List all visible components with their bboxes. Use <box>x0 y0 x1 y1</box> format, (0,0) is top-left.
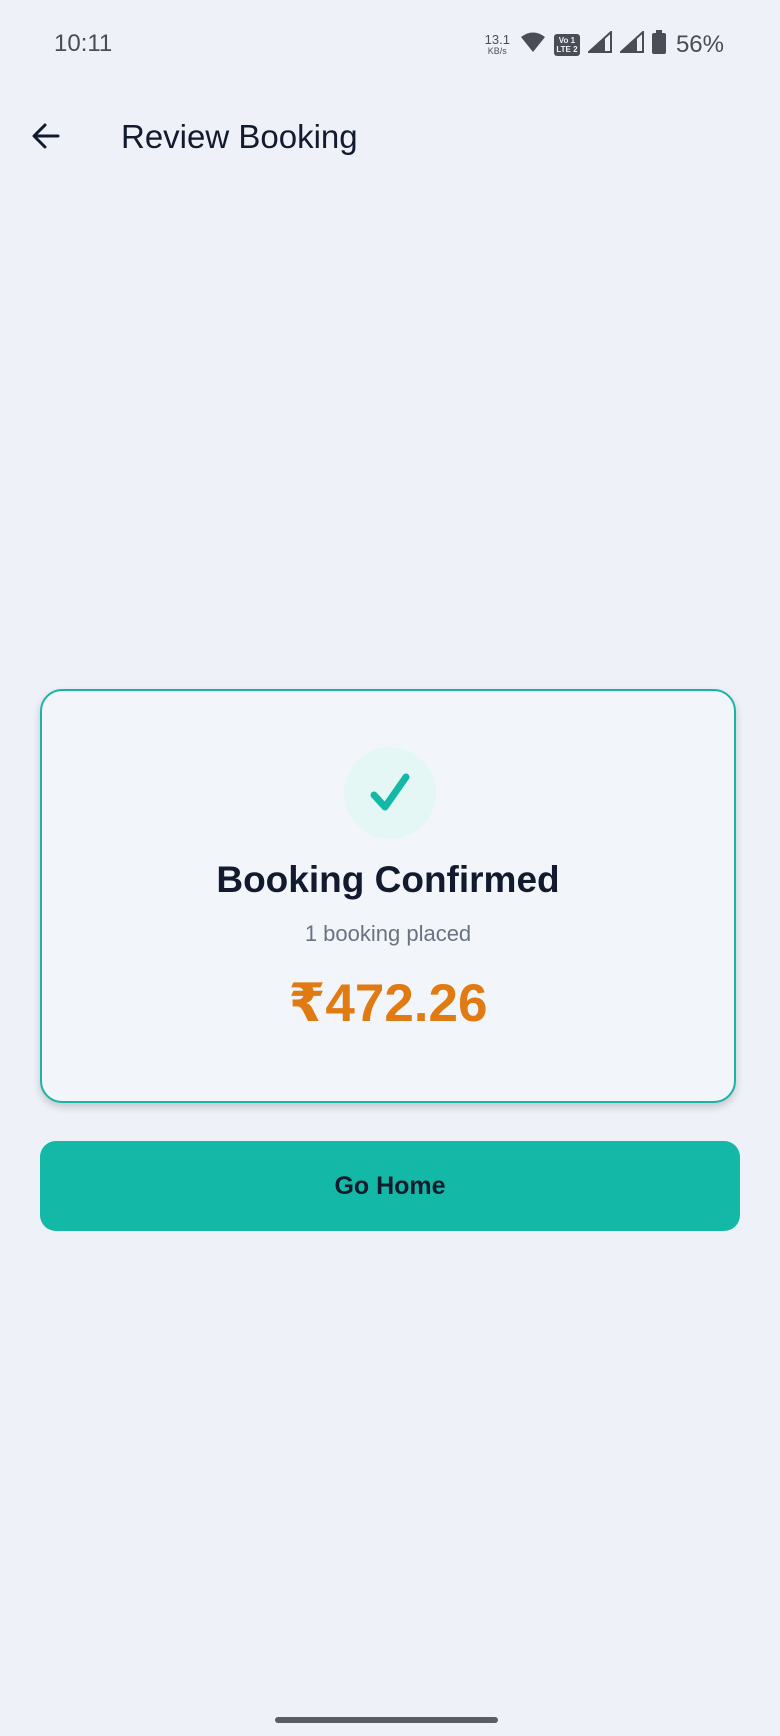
app-header: Review Booking <box>0 92 780 184</box>
back-button[interactable] <box>22 114 70 162</box>
battery-icon <box>651 30 666 59</box>
battery-percent: 56% <box>675 30 724 58</box>
volte-top-text: Vo 1 <box>558 35 576 45</box>
total-amount: ₹472.26 <box>288 974 488 1033</box>
status-bar: 10:11 13.1 KB/s Vo 1 LTE 2 56% <box>0 0 780 92</box>
status-time: 10:11 <box>54 30 113 57</box>
wifi-icon <box>520 31 546 58</box>
go-home-button[interactable]: Go Home <box>40 1141 740 1231</box>
booking-confirmation-card: Booking Confirmed 1 booking placed ₹472.… <box>40 689 736 1103</box>
page-title: Review Booking <box>121 118 358 155</box>
volte-icon: Vo 1 LTE 2 <box>553 33 580 56</box>
volte-bottom-text: LTE 2 <box>556 44 578 54</box>
network-speed-unit: KB/s <box>487 46 507 56</box>
signal-icon <box>618 29 644 58</box>
network-speed: 13.1 KB/s <box>485 33 510 56</box>
signal-icon <box>586 29 612 58</box>
confirmation-title: Booking Confirmed <box>216 859 560 900</box>
status-icons: 13.1 KB/s Vo 1 LTE 2 56% <box>485 29 724 59</box>
arrow-left-icon <box>31 121 61 156</box>
gesture-handle[interactable] <box>275 1717 498 1723</box>
network-speed-value: 13.1 <box>484 32 510 47</box>
confirmation-subtitle: 1 booking placed <box>304 921 472 946</box>
check-icon <box>344 747 436 839</box>
